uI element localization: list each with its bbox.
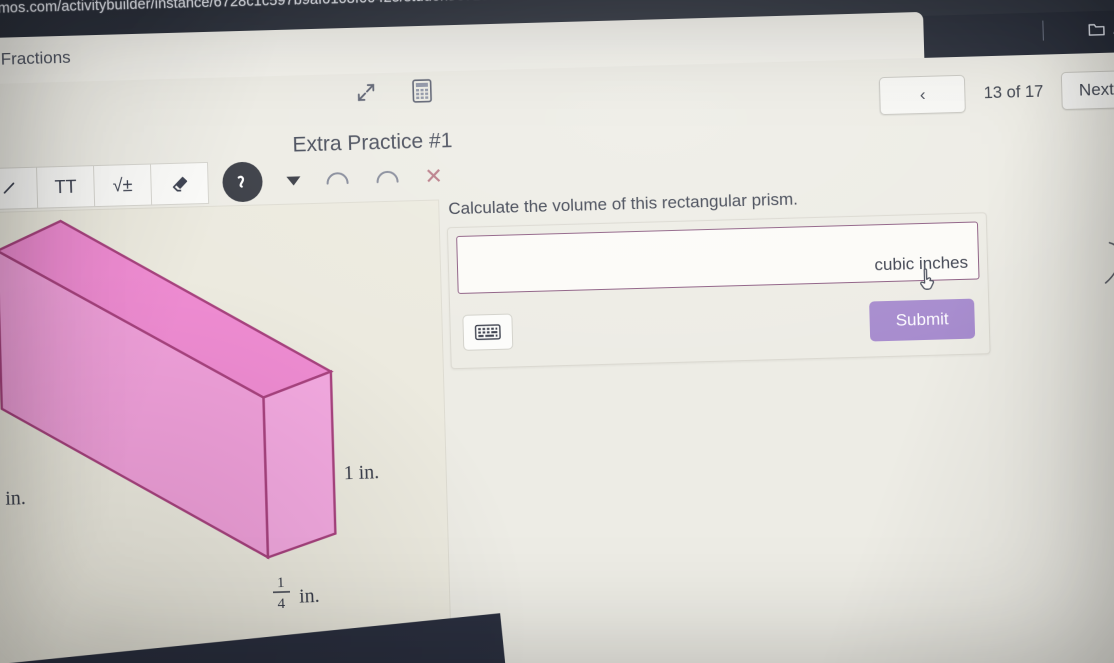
redo-arc-icon[interactable] [374,166,401,190]
page-title: Extra Practice #1 [292,129,453,157]
question-panel: Calculate the volume of this rectangular… [446,184,991,370]
next-screen-button[interactable]: Next › [1060,69,1114,111]
fraction-numerator: 1 [277,575,285,591]
ink-scribble-mark [1095,238,1114,299]
eraser-tool-button[interactable] [150,161,210,206]
prism-right-face [262,369,337,560]
close-sketch-button[interactable]: ✕ [424,163,443,190]
activity-navigation: ‹ 13 of 17 Next › [879,69,1114,116]
figure-canvas[interactable]: 3 in. 1 in. 1 4 in. [0,199,454,663]
label-length: 3 in. [0,487,26,510]
chevron-down-icon[interactable] [286,175,301,186]
line-tool-button[interactable] [0,166,39,211]
folder-icon [1088,24,1105,36]
math-tool-button[interactable]: √± [93,163,153,208]
screen-photo: l.desmos.com/activitybuilder/instance/67… [0,0,1114,663]
sketch-actions: ✕ [221,155,444,203]
label-height: 1 in. [343,461,379,484]
rectangular-prism-figure: 3 in. 1 in. 1 4 in. [0,219,380,612]
undo-arc-icon[interactable] [324,167,351,191]
answer-actions-row: Submit [458,291,981,360]
calculator-icon[interactable] [409,78,436,105]
answer-input[interactable]: cubic inches [456,221,980,295]
submit-button[interactable]: Submit [869,298,976,342]
previous-screen-button[interactable]: ‹ [879,74,967,116]
screen-counter: 13 of 17 [983,82,1044,102]
answer-card: cubic inches Submit [446,212,991,370]
fraction-unit: in. [299,585,320,608]
next-label: Next [1078,79,1114,100]
answer-unit-label: cubic inches [874,252,969,275]
text-tool-button[interactable]: TT [37,165,96,209]
screen-surface: l.desmos.com/activitybuilder/instance/67… [0,0,1114,663]
all-bookmarks-button[interactable]: All Boo [1087,19,1114,37]
activity-page: ‹ 13 of 17 Next › Extra Practice #1 TT √ [0,51,1114,663]
expand-arrows-icon[interactable] [353,79,380,106]
screen-mini-tools [353,78,436,106]
bookmarks-divider [1042,20,1044,41]
sketch-tool-button[interactable] [221,161,264,203]
activity-tab-title[interactable]: olume w/ Fractions [0,43,82,78]
keyboard-icon [474,324,501,341]
fraction-denominator: 4 [277,596,285,612]
keyboard-toggle-button[interactable] [462,313,514,351]
label-depth-fraction: 1 4 in. [272,575,320,612]
